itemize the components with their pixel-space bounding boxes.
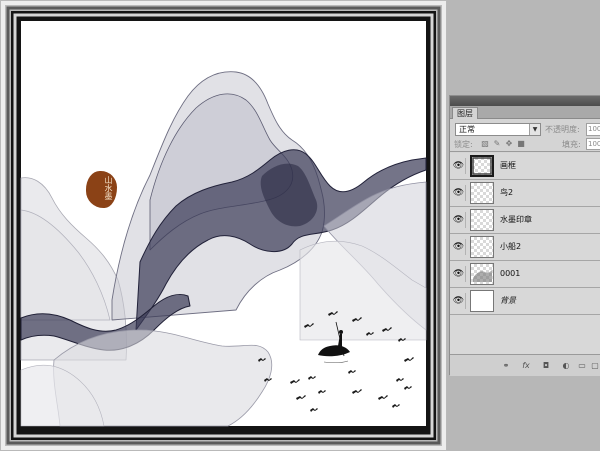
ink-seal-stamp: 山水墨 xyxy=(86,171,117,208)
layer-name[interactable]: 背景 xyxy=(500,295,516,306)
lock-position-icon[interactable]: ✥ xyxy=(504,139,514,149)
layer-thumbnail xyxy=(470,263,494,285)
layer-name[interactable]: 0001 xyxy=(500,268,520,279)
panel-title-bar[interactable] xyxy=(450,96,600,106)
eye-icon[interactable]: 👁 xyxy=(452,185,466,201)
lock-label: 锁定: xyxy=(454,140,473,149)
layer-thumbnail xyxy=(470,182,494,204)
seal-char: 山 xyxy=(104,176,113,184)
canvas-document[interactable]: 山水墨 xyxy=(0,0,447,451)
layers-panel: 图层 正常 ▼ 不透明度: 100% 锁定: ▧ ✎ ✥ ■ 填充: 100% … xyxy=(449,95,600,376)
blend-mode-select[interactable]: 正常 ▼ xyxy=(455,123,541,136)
seal-char: 墨 xyxy=(104,192,113,200)
opacity-label: 不透明度: xyxy=(545,125,580,134)
photoshop-workspace: 山水墨 图层 正常 ▼ 不透明度: 100% 锁定: ▧ ✎ ✥ ■ 填充: 1… xyxy=(0,0,600,451)
panel-tab-row: 图层 xyxy=(450,106,600,119)
layer-row[interactable]: 👁 小船2 xyxy=(450,234,600,261)
adjustment-icon[interactable]: ◐ xyxy=(560,360,572,372)
layer-thumbnail xyxy=(470,209,494,231)
ink-landscape-artwork[interactable] xyxy=(0,0,447,451)
layers-panel-footer: ⚭ fx ◘ ◐ ▭ ▢ xyxy=(450,354,600,376)
layer-row[interactable]: 👁 水墨印章 xyxy=(450,207,600,234)
layer-thumbnail xyxy=(470,155,494,177)
layer-name[interactable]: 画框 xyxy=(500,160,516,171)
eye-icon[interactable]: 👁 xyxy=(452,293,466,309)
seal-char: 水 xyxy=(104,184,113,192)
layer-thumbnail xyxy=(470,236,494,258)
opacity-field[interactable]: 100% xyxy=(586,123,600,136)
layer-name[interactable]: 小船2 xyxy=(500,241,521,252)
eye-icon[interactable]: 👁 xyxy=(452,239,466,255)
link-icon[interactable]: ⚭ xyxy=(500,360,512,372)
group-icon[interactable]: ▭ xyxy=(576,360,588,372)
eye-icon[interactable]: 👁 xyxy=(452,158,466,174)
blend-row: 正常 ▼ 不透明度: 100% xyxy=(450,120,600,138)
layer-list: 👁 画框 👁 鸟2 👁 水墨印章 👁 小船2 👁 0001 👁 背景 xyxy=(450,153,600,354)
layer-row[interactable]: 👁 画框 xyxy=(450,153,600,180)
fill-field[interactable]: 100% xyxy=(586,138,600,150)
lock-all-icon[interactable]: ■ xyxy=(516,139,526,149)
boat-rower-head xyxy=(339,330,343,334)
tab-layers[interactable]: 图层 xyxy=(452,107,478,119)
lock-transparency-icon[interactable]: ▧ xyxy=(480,139,490,149)
fx-icon[interactable]: fx xyxy=(520,360,532,372)
fill-label: 填充: xyxy=(562,140,581,149)
eye-icon[interactable]: 👁 xyxy=(452,266,466,282)
layer-row[interactable]: 👁 0001 xyxy=(450,261,600,288)
new-layer-icon[interactable]: ▢ xyxy=(589,360,600,372)
layer-row[interactable]: 👁 鸟2 xyxy=(450,180,600,207)
lock-row: 锁定: ▧ ✎ ✥ ■ 填充: 100% xyxy=(450,138,600,152)
layer-name[interactable]: 水墨印章 xyxy=(500,214,532,225)
layer-name[interactable]: 鸟2 xyxy=(500,187,513,198)
lock-pixels-icon[interactable]: ✎ xyxy=(492,139,502,149)
chevron-down-icon: ▼ xyxy=(529,124,540,135)
mask-icon[interactable]: ◘ xyxy=(540,360,552,372)
blend-mode-value: 正常 xyxy=(459,125,475,134)
layer-thumbnail xyxy=(470,290,494,312)
eye-icon[interactable]: 👁 xyxy=(452,212,466,228)
layer-row[interactable]: 👁 背景 xyxy=(450,288,600,315)
